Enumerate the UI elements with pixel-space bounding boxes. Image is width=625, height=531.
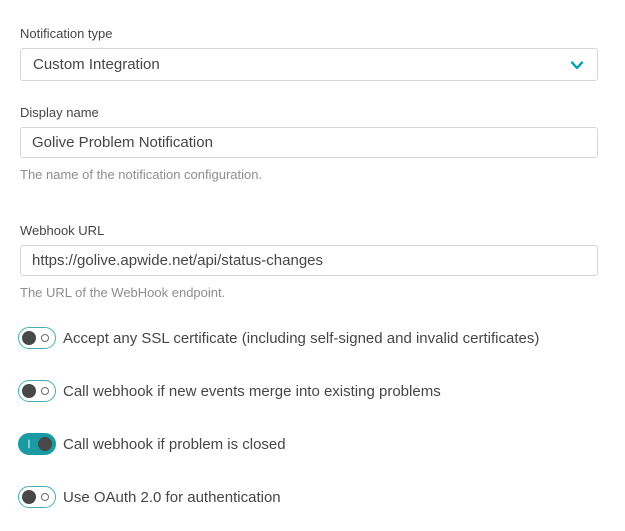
merge-events-toggle[interactable] xyxy=(18,380,56,402)
toggle-off-ring-icon xyxy=(41,334,49,342)
toggle-knob xyxy=(22,331,36,345)
oauth-toggle[interactable] xyxy=(18,486,56,508)
webhook-url-group: Webhook URL The URL of the WebHook endpo… xyxy=(20,223,598,300)
notification-type-group: Notification type Custom Integration xyxy=(20,26,598,81)
notification-settings-form: Notification type Custom Integration Dis… xyxy=(0,0,625,508)
toggle-on-bar-icon xyxy=(28,440,30,449)
toggle-knob xyxy=(22,490,36,504)
chevron-down-icon xyxy=(569,57,585,73)
notification-type-selected-value: Custom Integration xyxy=(33,56,160,73)
toggle-row-merge-events: Call webhook if new events merge into ex… xyxy=(18,380,598,402)
toggle-row-accept-ssl: Accept any SSL certificate (including se… xyxy=(18,327,598,349)
accept-ssl-toggle[interactable] xyxy=(18,327,56,349)
notification-type-select[interactable]: Custom Integration xyxy=(20,48,598,81)
display-name-label: Display name xyxy=(20,105,598,120)
notification-type-label: Notification type xyxy=(20,26,598,41)
oauth-toggle-label: Use OAuth 2.0 for authentication xyxy=(63,488,281,507)
toggle-off-ring-icon xyxy=(41,387,49,395)
toggle-row-problem-closed: Call webhook if problem is closed xyxy=(18,433,598,455)
webhook-url-label: Webhook URL xyxy=(20,223,598,238)
toggle-off-ring-icon xyxy=(41,493,49,501)
merge-events-toggle-label: Call webhook if new events merge into ex… xyxy=(63,382,441,401)
display-name-group: Display name The name of the notificatio… xyxy=(20,105,598,182)
toggle-knob xyxy=(38,437,52,451)
problem-closed-toggle[interactable] xyxy=(18,433,56,455)
toggle-knob xyxy=(22,384,36,398)
webhook-url-input[interactable] xyxy=(20,245,598,276)
webhook-url-help-text: The URL of the WebHook endpoint. xyxy=(20,285,598,300)
display-name-help-text: The name of the notification configurati… xyxy=(20,167,598,182)
display-name-input[interactable] xyxy=(20,127,598,158)
accept-ssl-toggle-label: Accept any SSL certificate (including se… xyxy=(63,329,539,348)
toggle-row-oauth: Use OAuth 2.0 for authentication xyxy=(18,486,598,508)
problem-closed-toggle-label: Call webhook if problem is closed xyxy=(63,435,286,454)
